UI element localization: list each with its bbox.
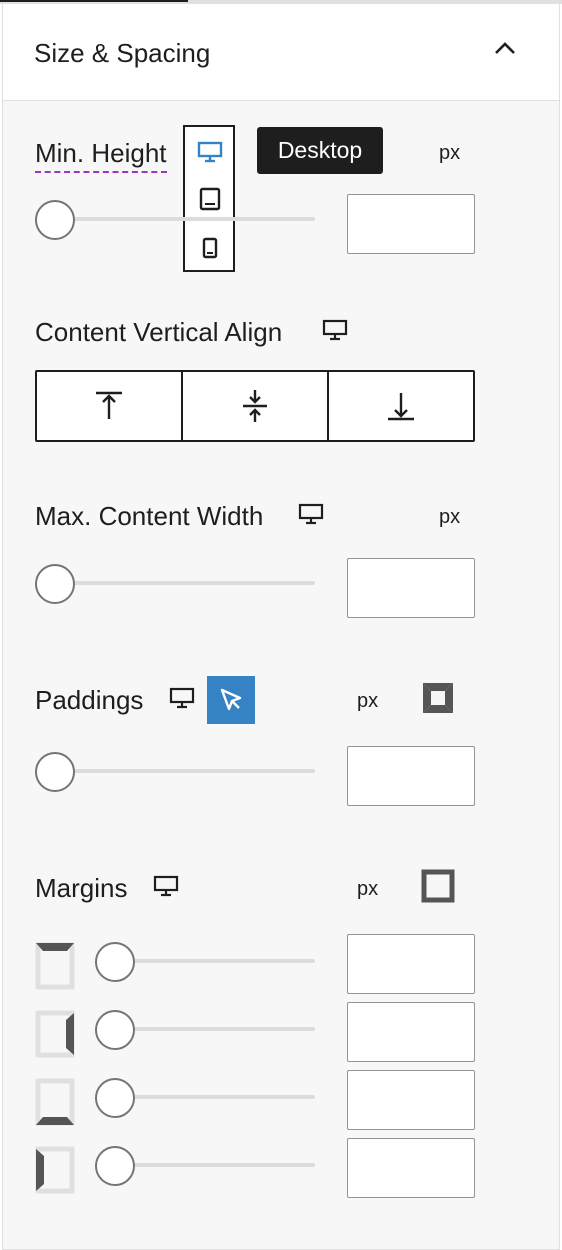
cursor-pointer-icon bbox=[220, 688, 242, 711]
min-height-input[interactable] bbox=[347, 194, 475, 254]
linked-sides-icon[interactable] bbox=[421, 869, 455, 903]
align-bottom-button[interactable] bbox=[327, 372, 473, 440]
max-content-width-slider-track[interactable] bbox=[35, 581, 315, 585]
device-tooltip: Desktop bbox=[257, 127, 383, 174]
paddings-slider-track[interactable] bbox=[35, 769, 315, 773]
paddings-unit[interactable]: px bbox=[357, 690, 378, 713]
desktop-icon[interactable] bbox=[298, 503, 324, 525]
margins-unit[interactable]: px bbox=[357, 878, 378, 901]
align-top-icon bbox=[96, 391, 122, 419]
min-height-label-text: Min. Height bbox=[35, 138, 167, 173]
chevron-up-icon[interactable] bbox=[493, 40, 517, 56]
max-content-width-label: Max. Content Width bbox=[35, 501, 264, 531]
margin-left-input[interactable] bbox=[347, 1138, 475, 1198]
margin-right-input[interactable] bbox=[347, 1002, 475, 1062]
max-content-width-slider-handle[interactable] bbox=[35, 564, 75, 604]
active-tab-indicator bbox=[0, 0, 188, 2]
max-content-width-input[interactable] bbox=[347, 558, 475, 618]
align-top-button[interactable] bbox=[37, 372, 181, 440]
max-content-width-unit[interactable]: px bbox=[439, 506, 460, 529]
mobile-icon[interactable] bbox=[202, 237, 218, 259]
margin-left-slider-handle[interactable] bbox=[95, 1146, 135, 1186]
desktop-icon[interactable] bbox=[169, 687, 195, 709]
device-switcher-popover bbox=[183, 125, 235, 272]
min-height-slider-track[interactable] bbox=[35, 217, 315, 221]
paddings-input[interactable] bbox=[347, 746, 475, 806]
margin-top-input[interactable] bbox=[347, 934, 475, 994]
paddings-label: Paddings bbox=[35, 685, 144, 715]
unlinked-sides-icon[interactable] bbox=[421, 681, 455, 715]
tablet-icon[interactable] bbox=[199, 187, 221, 211]
panel-title: Size & Spacing bbox=[34, 38, 211, 68]
margin-top-slider-handle[interactable] bbox=[95, 942, 135, 982]
desktop-icon[interactable] bbox=[322, 319, 348, 341]
desktop-icon[interactable] bbox=[153, 875, 179, 897]
margin-bottom-input[interactable] bbox=[347, 1070, 475, 1130]
min-height-unit[interactable]: px bbox=[439, 142, 460, 165]
align-center-icon bbox=[243, 390, 267, 422]
margins-label: Margins bbox=[35, 873, 128, 903]
min-height-label: Min. Height bbox=[35, 138, 167, 173]
paddings-slider-handle[interactable] bbox=[35, 752, 75, 792]
align-center-button[interactable] bbox=[181, 372, 327, 440]
desktop-icon[interactable] bbox=[197, 141, 223, 163]
margin-right-slider-handle[interactable] bbox=[95, 1010, 135, 1050]
content-vertical-align-label: Content Vertical Align bbox=[35, 317, 283, 347]
panel-header[interactable]: Size & Spacing bbox=[3, 4, 559, 101]
vertical-align-button-group bbox=[35, 370, 475, 442]
align-bottom-icon bbox=[388, 393, 414, 421]
hover-state-button[interactable] bbox=[207, 676, 255, 724]
margin-bottom-side-icon bbox=[35, 1078, 75, 1126]
min-height-slider-handle[interactable] bbox=[35, 200, 75, 240]
margin-left-side-icon bbox=[35, 1146, 75, 1194]
margin-top-side-icon bbox=[35, 942, 75, 990]
size-spacing-panel: Size & Spacing Min. Height Desktop px Co… bbox=[2, 4, 560, 1250]
margin-right-side-icon bbox=[35, 1010, 75, 1058]
margin-bottom-slider-handle[interactable] bbox=[95, 1078, 135, 1118]
